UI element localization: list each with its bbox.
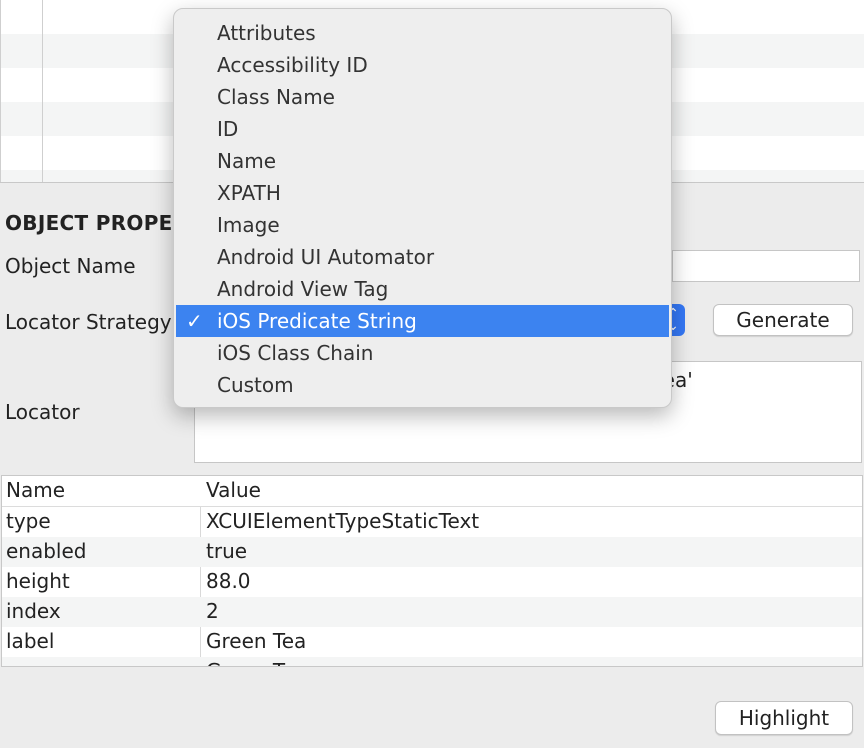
menu-item-custom[interactable]: Custom: [174, 369, 671, 401]
locator-strategy-menu: Attributes Accessibility ID Class Name I…: [173, 8, 672, 408]
property-name: index: [6, 599, 61, 623]
table-row[interactable]: type XCUIElementTypeStaticText: [2, 507, 862, 537]
menu-item-accessibility-id[interactable]: Accessibility ID: [174, 49, 671, 81]
property-name: label: [6, 629, 55, 653]
menu-item-name[interactable]: Name: [174, 145, 671, 177]
menu-item-image[interactable]: Image: [174, 209, 671, 241]
property-value: true: [206, 539, 248, 563]
menu-item-class-name[interactable]: Class Name: [174, 81, 671, 113]
checkmark-icon: ✓: [186, 309, 203, 333]
section-title: OBJECT PROPE: [5, 211, 173, 235]
highlight-button[interactable]: Highlight: [715, 701, 853, 735]
header-name[interactable]: Name: [6, 478, 65, 502]
menu-item-android-view-tag[interactable]: Android View Tag: [174, 273, 671, 305]
menu-item-ios-predicate-string[interactable]: ✓ iOS Predicate String: [176, 305, 669, 337]
menu-item-android-ui-automator[interactable]: Android UI Automator: [174, 241, 671, 273]
menu-item-label: iOS Predicate String: [217, 309, 417, 333]
locator-strategy-label: Locator Strategy: [5, 310, 172, 334]
property-value: XCUIElementTypeStaticText: [206, 509, 480, 533]
table-row[interactable]: height 88.0: [2, 567, 862, 597]
property-value: Green Tea: [206, 629, 307, 653]
menu-item-attributes[interactable]: Attributes: [174, 17, 671, 49]
locator-label: Locator: [5, 400, 80, 424]
table-row[interactable]: enabled true: [2, 537, 862, 567]
table-row[interactable]: index 2: [2, 597, 862, 627]
menu-item-id[interactable]: ID: [174, 113, 671, 145]
table-header: Name Value: [2, 476, 862, 507]
header-value[interactable]: Value: [206, 478, 261, 502]
property-value: 2: [206, 599, 219, 623]
property-value: Green Tea: [206, 659, 306, 666]
property-name: name: [6, 659, 63, 666]
property-name: enabled: [6, 539, 87, 563]
menu-item-xpath[interactable]: XPATH: [174, 177, 671, 209]
object-name-field[interactable]: [672, 250, 860, 282]
generate-button[interactable]: Generate: [713, 304, 853, 336]
menu-item-ios-class-chain[interactable]: iOS Class Chain: [174, 337, 671, 369]
properties-table: Name Value type XCUIElementTypeStaticTex…: [1, 475, 863, 667]
column-divider: [42, 0, 43, 182]
object-name-label: Object Name: [5, 254, 136, 278]
table-row[interactable]: label Green Tea: [2, 627, 862, 657]
table-row[interactable]: name Green Tea: [2, 657, 862, 666]
property-name: height: [6, 569, 70, 593]
table-border: [0, 0, 1, 182]
property-value: 88.0: [206, 569, 251, 593]
property-name: type: [6, 509, 51, 533]
